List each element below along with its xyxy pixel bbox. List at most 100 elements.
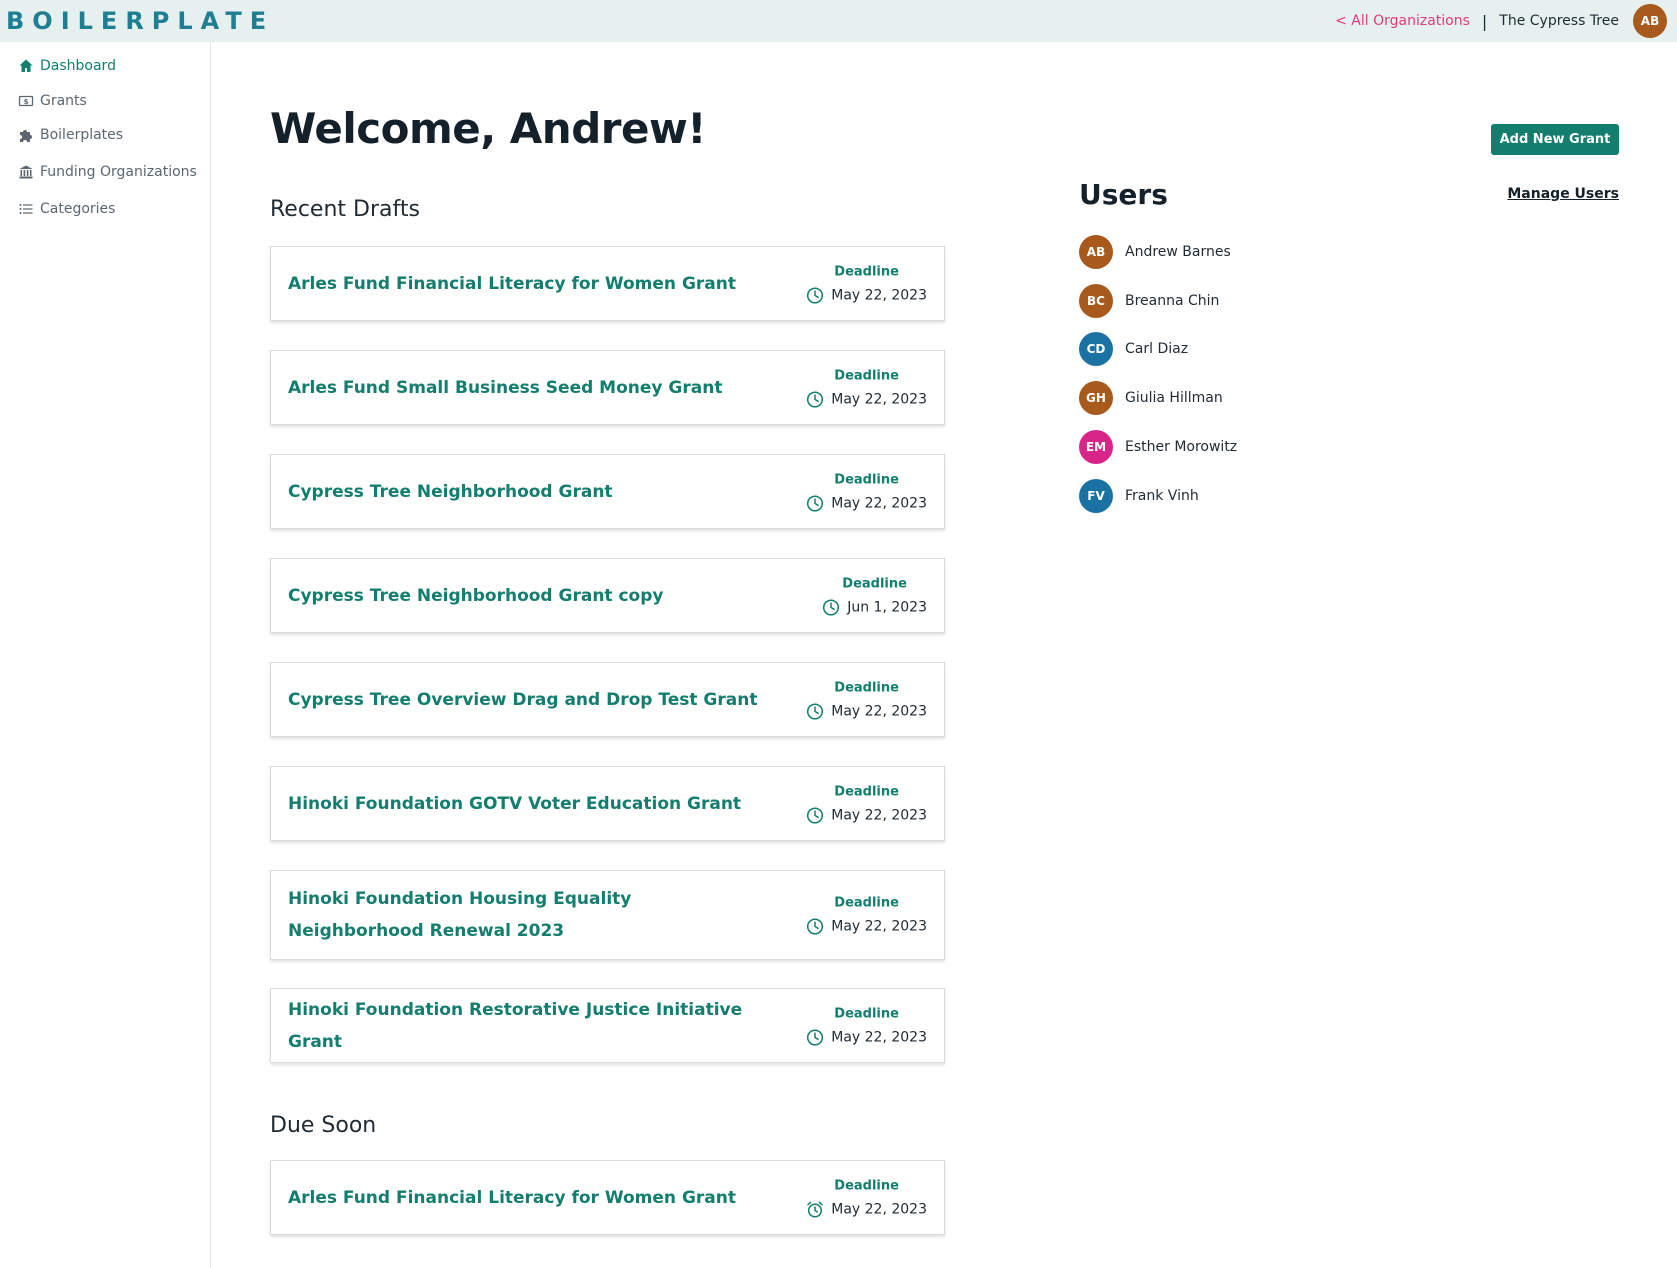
deadline-date: May 22, 2023 bbox=[831, 703, 927, 719]
sidebar-item-grants[interactable]: $ Grants bbox=[18, 89, 87, 113]
alarm-clock-icon bbox=[807, 1201, 823, 1218]
deadline-row: May 22, 2023 bbox=[806, 1028, 927, 1046]
grant-title[interactable]: Arles Fund Financial Literacy for Women … bbox=[288, 1182, 758, 1214]
sidebar-item-label: Funding Organizations bbox=[40, 164, 197, 180]
svg-text:$: $ bbox=[24, 98, 29, 106]
grant-title[interactable]: Hinoki Foundation Restorative Justice In… bbox=[288, 994, 758, 1058]
user-name: Breanna Chin bbox=[1125, 293, 1220, 309]
clock-icon bbox=[807, 494, 824, 512]
clock-icon bbox=[823, 598, 840, 616]
home-icon bbox=[19, 59, 33, 72]
grant-title[interactable]: Cypress Tree Overview Drag and Drop Test… bbox=[288, 684, 758, 716]
grant-title[interactable]: Cypress Tree Neighborhood Grant bbox=[288, 476, 758, 508]
grant-title[interactable]: Hinoki Foundation Housing Equality Neigh… bbox=[288, 883, 758, 947]
recent-drafts-heading: Recent Drafts bbox=[270, 197, 420, 222]
deadline-block: Deadline May 22, 2023 bbox=[806, 471, 927, 512]
deadline-row: May 22, 2023 bbox=[806, 918, 927, 936]
grant-card[interactable]: Cypress Tree Neighborhood Grant copy Dead… bbox=[270, 558, 945, 633]
clock-icon bbox=[807, 702, 824, 720]
list-icon bbox=[19, 204, 33, 214]
deadline-block: Deadline May 22, 2023 bbox=[806, 263, 927, 304]
grant-card[interactable]: Arles Fund Financial Literacy for Women … bbox=[270, 1160, 945, 1235]
user-row: GH Giulia Hillman bbox=[1079, 381, 1223, 415]
deadline-row: May 22, 2023 bbox=[806, 702, 927, 720]
dollar-bill-icon: $ bbox=[18, 95, 34, 107]
deadline-row: May 22, 2023 bbox=[806, 494, 927, 512]
deadline-row: May 22, 2023 bbox=[806, 1200, 927, 1218]
user-row: BC Breanna Chin bbox=[1079, 284, 1219, 318]
sidebar-item-categories[interactable]: Categories bbox=[18, 197, 115, 221]
deadline-label: Deadline bbox=[834, 472, 899, 487]
sidebar-item-funding-organizations[interactable]: Funding Organizations bbox=[18, 160, 197, 184]
deadline-label: Deadline bbox=[834, 1178, 899, 1193]
deadline-label: Deadline bbox=[834, 264, 899, 279]
user-row: AB Andrew Barnes bbox=[1079, 235, 1231, 269]
page-title: Welcome, Andrew! bbox=[270, 104, 706, 153]
grant-title[interactable]: Arles Fund Small Business Seed Money Gra… bbox=[288, 372, 758, 404]
deadline-label: Deadline bbox=[834, 368, 899, 383]
manage-users-link[interactable]: Manage Users bbox=[1507, 186, 1619, 202]
deadline-label: Deadline bbox=[834, 1006, 899, 1021]
grant-card[interactable]: Arles Fund Financial Literacy for Women … bbox=[270, 246, 945, 321]
sidebar-item-label: Grants bbox=[40, 93, 87, 109]
deadline-date: May 22, 2023 bbox=[831, 1029, 927, 1045]
grant-title[interactable]: Cypress Tree Neighborhood Grant copy bbox=[288, 580, 758, 612]
current-organization: The Cypress Tree bbox=[1499, 13, 1619, 29]
grant-card[interactable]: Hinoki Foundation Housing Equality Neigh… bbox=[270, 870, 945, 960]
clock-icon bbox=[807, 286, 824, 304]
grant-card[interactable]: Arles Fund Small Business Seed Money Gra… bbox=[270, 350, 945, 425]
deadline-block: Deadline May 22, 2023 bbox=[806, 1005, 927, 1046]
deadline-block: Deadline Jun 1, 2023 bbox=[822, 575, 927, 616]
due-soon-heading: Due Soon bbox=[270, 1113, 377, 1138]
user-avatar: CD bbox=[1079, 332, 1113, 366]
user-name: Carl Diaz bbox=[1125, 341, 1189, 357]
deadline-label: Deadline bbox=[834, 680, 899, 695]
user-name: Esther Morowitz bbox=[1125, 439, 1238, 455]
grant-card[interactable]: Cypress Tree Overview Drag and Drop Test… bbox=[270, 662, 945, 737]
header-separator: | bbox=[1481, 11, 1488, 31]
deadline-date: May 22, 2023 bbox=[831, 807, 927, 823]
deadline-date: May 22, 2023 bbox=[831, 391, 927, 407]
top-bar: BOILERPLATE < All Organizations | The Cy… bbox=[0, 0, 1677, 42]
sidebar: Dashboard $ Grants Boilerplates Funding … bbox=[0, 42, 211, 1268]
bank-icon bbox=[19, 165, 33, 179]
deadline-row: May 22, 2023 bbox=[806, 806, 927, 824]
deadline-block: Deadline May 22, 2023 bbox=[806, 1177, 927, 1218]
grant-card[interactable]: Hinoki Foundation Restorative Justice In… bbox=[270, 988, 945, 1063]
clock-icon bbox=[807, 1028, 824, 1046]
user-avatar: FV bbox=[1079, 479, 1113, 513]
clock-icon bbox=[807, 918, 824, 935]
user-avatar[interactable]: AB bbox=[1633, 4, 1667, 38]
grant-card[interactable]: Cypress Tree Neighborhood Grant Deadline M… bbox=[270, 454, 945, 529]
add-new-grant-button[interactable]: Add New Grant bbox=[1491, 124, 1619, 155]
deadline-block: Deadline May 22, 2023 bbox=[806, 679, 927, 720]
grant-card[interactable]: Hinoki Foundation GOTV Voter Education G… bbox=[270, 766, 945, 841]
users-heading: Users bbox=[1079, 178, 1168, 211]
user-avatar: GH bbox=[1079, 381, 1113, 415]
sidebar-item-label: Categories bbox=[40, 201, 116, 217]
all-organizations-link[interactable]: < All Organizations bbox=[1335, 13, 1470, 29]
deadline-block: Deadline May 22, 2023 bbox=[806, 367, 927, 408]
sidebar-item-label: Boilerplates bbox=[40, 127, 124, 143]
deadline-row: May 22, 2023 bbox=[806, 390, 927, 408]
app-logo[interactable]: BOILERPLATE bbox=[6, 7, 274, 35]
puzzle-icon bbox=[20, 130, 32, 142]
grant-title[interactable]: Arles Fund Financial Literacy for Women … bbox=[288, 268, 758, 300]
deadline-row: Jun 1, 2023 bbox=[822, 598, 927, 616]
user-row: CD Carl Diaz bbox=[1079, 332, 1188, 366]
org-switcher: < All Organizations | The Cypress Tree A… bbox=[1335, 0, 1667, 42]
deadline-date: May 22, 2023 bbox=[831, 495, 927, 511]
user-row: FV Frank Vinh bbox=[1079, 479, 1199, 513]
sidebar-item-boilerplates[interactable]: Boilerplates bbox=[18, 123, 123, 147]
deadline-label: Deadline bbox=[834, 895, 899, 911]
deadline-label: Deadline bbox=[834, 784, 899, 799]
sidebar-item-dashboard[interactable]: Dashboard bbox=[18, 54, 116, 78]
deadline-label: Deadline bbox=[842, 576, 907, 591]
deadline-date: May 22, 2023 bbox=[831, 918, 927, 935]
clock-icon bbox=[807, 390, 824, 408]
deadline-date: May 22, 2023 bbox=[831, 287, 927, 303]
user-name: Giulia Hillman bbox=[1125, 390, 1223, 406]
grant-title[interactable]: Hinoki Foundation GOTV Voter Education G… bbox=[288, 788, 758, 820]
user-name: Andrew Barnes bbox=[1125, 244, 1231, 260]
user-name: Frank Vinh bbox=[1125, 488, 1199, 504]
